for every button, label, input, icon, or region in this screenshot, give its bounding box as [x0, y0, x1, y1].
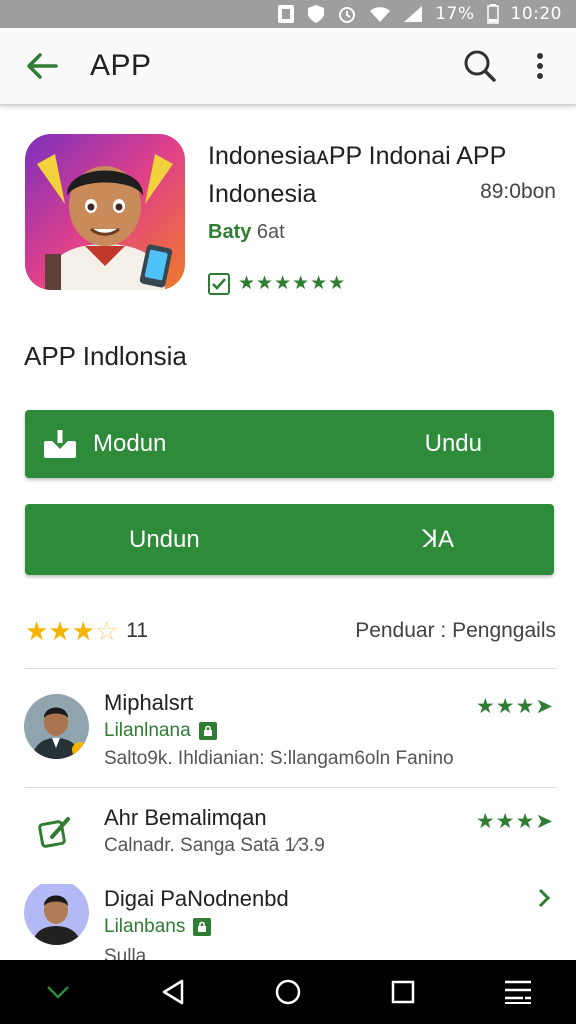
review-stars: ★★★➤	[475, 695, 554, 718]
avatar	[24, 694, 89, 759]
reviewer-tag-label: Lilanlnana	[104, 720, 191, 741]
reviewer-name: Ahr Bemalimqan	[104, 805, 267, 830]
review-text: Calnadr. Sanga Satā 1⁄3.9	[104, 835, 325, 856]
header-stars: ★★★★★★	[238, 273, 347, 294]
install-button[interactable]: Modun Undu	[25, 410, 554, 478]
navigation-bar	[0, 960, 576, 1024]
back-nav-button[interactable]	[149, 968, 197, 1016]
recents-button[interactable]	[379, 968, 427, 1016]
chevron-down-icon	[46, 986, 69, 999]
wifi-icon	[369, 4, 391, 24]
home-button[interactable]	[264, 968, 312, 1016]
app-name-line-1: IndonesiaᴀPP Indonai APP	[208, 142, 507, 170]
install-button-label: Modun	[93, 430, 167, 457]
install-button-secondary-label: Undu	[424, 430, 482, 457]
app-size: 89:0bon	[480, 180, 556, 203]
reviewer-tag: Lilanlnana	[104, 720, 217, 742]
divider	[25, 787, 556, 788]
reviewer-tag: Lilanbans	[104, 916, 212, 938]
reviewer-tag-label: Lilanbans	[104, 916, 186, 937]
menu-lines-icon	[505, 980, 532, 1004]
app-bar: APP	[0, 28, 576, 106]
download-button-label: Undun	[129, 525, 200, 553]
menu-button[interactable]	[494, 968, 542, 1016]
clock: 10:20	[510, 4, 562, 24]
status-bar: 17% 10:20	[0, 0, 576, 28]
review-text: Salto9k. Ihldianian: S:llangam6oln Fanin…	[104, 748, 454, 769]
hide-keyboard-button[interactable]	[34, 968, 82, 1016]
search-icon	[464, 50, 496, 82]
avatar	[24, 884, 89, 945]
page-title: APP	[90, 49, 152, 82]
developer[interactable]: Baty 6at	[208, 221, 285, 244]
back-button[interactable]	[22, 46, 62, 86]
app-icon	[25, 134, 185, 290]
download-button-secondary-label: ꓘA	[422, 526, 454, 553]
header-rating: ★★★★★★	[208, 272, 346, 295]
download-icon	[43, 427, 77, 461]
developer-name: Baty	[208, 221, 252, 243]
circle-home-icon	[275, 979, 301, 1005]
rating-count: 11	[126, 619, 149, 642]
search-button[interactable]	[458, 44, 502, 88]
lock-icon	[198, 722, 217, 740]
chevron-right-icon[interactable]	[532, 886, 556, 910]
rating-reviews-link[interactable]: Penduar : Pengngails	[355, 619, 556, 643]
rating-stars: ★★★☆	[25, 615, 119, 646]
edit-icon	[30, 807, 80, 857]
reviewer-name: Digai PaNodnenbd	[104, 886, 289, 911]
developer-category: 6at	[256, 221, 285, 243]
review-item[interactable]: Digai PaNodnenbd Lilanbans Sulla	[0, 884, 576, 960]
review-text: Sulla	[104, 946, 147, 960]
review-item[interactable]: Miphalsrt Lilanlnana Salto9k. Ihldianian…	[0, 690, 576, 786]
battery-level: 17%	[435, 4, 475, 24]
lock-icon	[193, 918, 212, 936]
rating-summary: ★★★☆ 11 Penduar : Pengngails	[25, 614, 556, 648]
check-badge-icon	[208, 272, 230, 295]
shield-icon	[307, 4, 325, 24]
triangle-back-icon	[162, 979, 184, 1005]
sim-icon	[277, 4, 295, 24]
square-recents-icon	[391, 980, 415, 1004]
more-options-button[interactable]	[518, 44, 562, 88]
reviewer-name: Miphalsrt	[104, 690, 194, 715]
signal-icon	[403, 4, 423, 24]
download-button[interactable]: Undun ꓘA	[25, 504, 554, 575]
review-stars: ★★★➤	[475, 810, 554, 833]
divider	[25, 668, 556, 669]
arrow-left-icon	[27, 53, 58, 79]
alarm-icon	[337, 4, 357, 24]
section-title: APP Indlonsia	[24, 341, 187, 371]
battery-icon	[486, 4, 499, 24]
review-item[interactable]: Ahr Bemalimqan Calnadr. Sanga Satā 1⁄3.9…	[0, 805, 576, 865]
more-vert-icon	[537, 53, 543, 79]
